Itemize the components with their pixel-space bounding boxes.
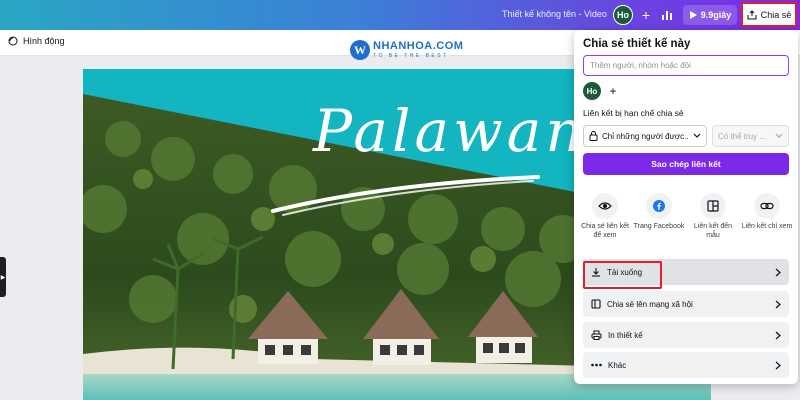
row-label: In thiết kế (608, 330, 643, 340)
social-share-row[interactable]: Chia sẻ lên mạng xã hội (583, 291, 789, 317)
logo-mark: W (350, 40, 370, 60)
play-icon (689, 11, 697, 19)
share-options: Chia sẻ liên kết để xem Trang Facebook L… (579, 193, 793, 241)
share-view-link-option[interactable]: Chia sẻ liên kết để xem (579, 193, 631, 241)
chevron-down-icon (693, 133, 701, 138)
bar-chart-icon (662, 11, 672, 20)
facebook-icon (653, 200, 665, 212)
option-label: Liên kết chỉ xem (741, 223, 793, 230)
link-access-label: Liên kết bị hạn chế chia sẻ (583, 108, 684, 118)
permission-select-value: Có thể truy ... (718, 131, 767, 141)
chevron-right-icon (775, 268, 781, 276)
play-duration: 9.9giây (700, 10, 732, 20)
facebook-page-option[interactable]: Trang Facebook (633, 193, 685, 241)
insights-button[interactable] (656, 5, 678, 25)
more-icon (591, 363, 602, 367)
add-person-button[interactable]: + (604, 82, 622, 100)
copy-link-button[interactable]: Sao chép liên kết (583, 153, 789, 175)
access-select[interactable]: Chỉ những người được... (583, 125, 707, 147)
permission-select[interactable]: Có thể truy ... (712, 125, 789, 147)
template-link-option[interactable]: Liên kết đến mẫu (687, 193, 739, 241)
print-design-row[interactable]: In thiết kế (583, 322, 789, 348)
view-only-link-option[interactable]: Liên kết chỉ xem (741, 193, 793, 241)
more-row[interactable]: Khác (583, 352, 789, 378)
logo-tagline: TO BE THE BEST (373, 53, 449, 59)
animation-icon (8, 36, 18, 46)
print-icon (591, 330, 602, 340)
upload-icon (747, 9, 757, 19)
eye-icon (598, 202, 612, 210)
top-bar: Thiết kế không tên - Video Ho + 9.9giây … (0, 0, 800, 30)
lock-icon (589, 131, 598, 141)
access-select-value: Chỉ những người được... (602, 131, 689, 141)
chevron-right-icon (775, 361, 781, 369)
logo-text: NHANHOA.COM (373, 40, 464, 52)
invite-input[interactable]: Thêm người, nhóm hoặc đội (583, 55, 789, 76)
link-icon (760, 202, 774, 210)
download-highlight-box (583, 261, 662, 289)
logo: W NHANHOA.COM TO BE THE BEST (350, 40, 463, 60)
chevron-down-icon (775, 133, 783, 138)
collaborator-avatar[interactable]: Ho (583, 82, 601, 100)
animation-button[interactable]: Hình động (8, 36, 65, 46)
share-button[interactable]: Chia sẻ (741, 2, 797, 27)
collapse-handle[interactable]: ▶ (0, 257, 6, 297)
share-button-label: Chia sẻ (760, 9, 792, 20)
palawan-script-text: Palawan (312, 97, 587, 165)
share-panel: Chia sẻ thiết kế này Thêm người, nhóm ho… (574, 30, 798, 384)
template-icon (707, 200, 719, 212)
row-label: Chia sẻ lên mạng xã hội (607, 299, 693, 309)
chevron-right-icon (775, 300, 781, 308)
play-button[interactable]: 9.9giây (683, 5, 737, 25)
user-avatar[interactable]: Ho (613, 5, 633, 25)
option-label: Trang Facebook (633, 223, 685, 230)
row-label: Khác (608, 360, 627, 370)
option-label: Chia sẻ liên kết để xem (581, 223, 629, 239)
share-panel-title: Chia sẻ thiết kế này (583, 38, 691, 50)
option-label: Liên kết đến mẫu (693, 223, 733, 239)
chevron-right-icon (775, 331, 781, 339)
document-title[interactable]: Thiết kế không tên - Video (502, 9, 607, 19)
animation-label: Hình động (23, 36, 65, 46)
add-collaborator-button[interactable]: + (637, 6, 655, 24)
social-share-icon (591, 299, 601, 309)
